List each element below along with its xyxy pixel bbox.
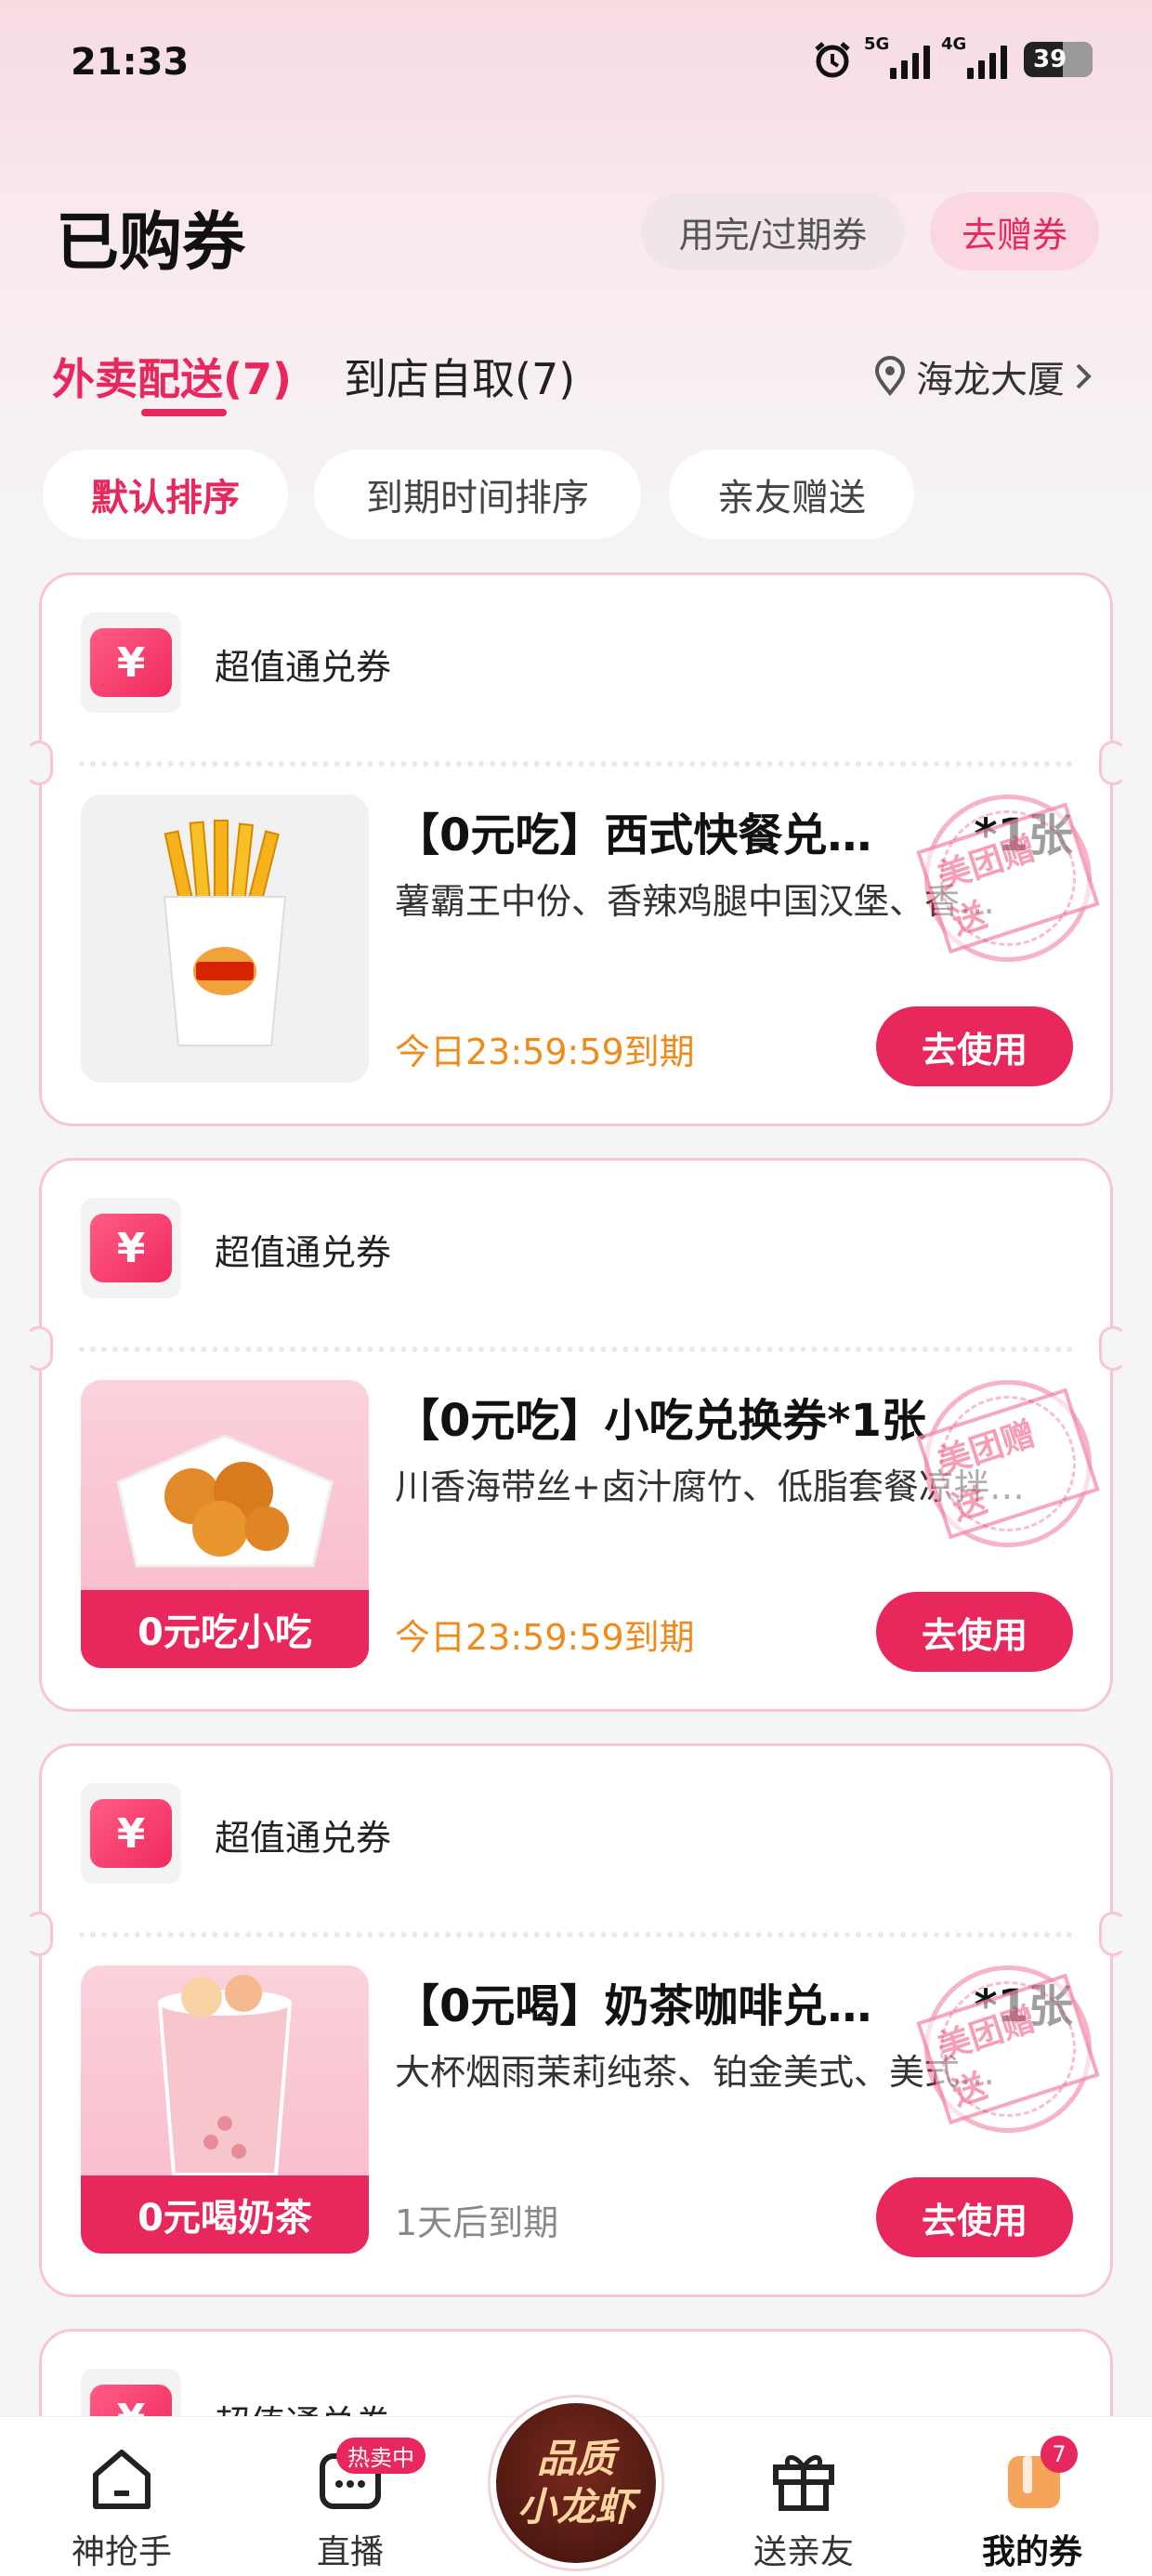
coupon-expiry: 今日23:59:59到期 xyxy=(395,1032,695,1072)
tab-active-indicator xyxy=(141,409,227,416)
coupon-type-label: 超值通兑券 xyxy=(215,1818,392,1859)
snack-image xyxy=(116,1434,334,1568)
status-icons: 5G 4G 39 xyxy=(812,34,1093,80)
live-badge: 热卖中 xyxy=(336,2438,425,2474)
promo-line-2: 小龙虾 xyxy=(517,2484,635,2530)
coupon-card[interactable]: ¥ 超值通兑券 【0元吃】西式快餐兑… *1张 薯霸王中份、香辣鸡腿中国汉堡、香… xyxy=(25,572,1127,1126)
coupon-count-badge: 7 xyxy=(1041,2436,1078,2473)
coupon-type-icon: ¥ xyxy=(81,612,181,713)
nav-live[interactable]: 直播 热卖中 xyxy=(271,2438,429,2573)
nav-gift-label: 送亲友 xyxy=(753,2533,854,2571)
status-time: 21:33 xyxy=(71,41,190,84)
crayfish-promo-button[interactable]: 品质 小龙虾 xyxy=(491,2398,661,2569)
milk-tea-image xyxy=(157,1975,293,2176)
coupon-expiry: 1天后到期 xyxy=(395,2202,559,2243)
coupon-thumbnail xyxy=(81,795,369,1083)
nav-my-coupons[interactable]: 我的券 7 xyxy=(953,2436,1111,2573)
location-pin-icon xyxy=(874,356,906,397)
nav-grab-label: 神抢手 xyxy=(71,2533,172,2571)
location-selector[interactable]: 海龙大厦 xyxy=(873,349,1093,403)
coupon-type-label: 超值通兑券 xyxy=(215,1232,392,1273)
alarm-icon xyxy=(815,42,850,78)
use-coupon-button[interactable]: 去使用 xyxy=(876,2177,1073,2257)
expired-coupons-button[interactable]: 用完/过期券 xyxy=(641,192,905,270)
sort-default-chip[interactable]: 默认排序 xyxy=(43,450,288,539)
signal-4g-icon: 4G xyxy=(941,34,1007,79)
nav-my-coupons-label: 我的券 xyxy=(981,2533,1082,2571)
use-coupon-button[interactable]: 去使用 xyxy=(876,1006,1073,1086)
gift-icon xyxy=(773,2455,834,2511)
fries-image xyxy=(163,820,287,1046)
coupon-card[interactable]: ¥ 超值通兑券 0元吃小吃 【0元吃】小吃兑换券*1张 川香海带丝+卤汁腐竹、低… xyxy=(25,1158,1127,1712)
signal-5g-icon: 5G xyxy=(864,34,930,79)
divider xyxy=(79,1347,1073,1352)
tab-delivery[interactable]: 外卖配送(7) xyxy=(52,346,292,407)
coupon-type-icon: ¥ xyxy=(81,1198,181,1298)
coupon-thumbnail: 0元吃小吃 xyxy=(81,1380,369,1668)
battery-icon: 39 xyxy=(1024,42,1093,77)
sort-expiry-chip[interactable]: 到期时间排序 xyxy=(314,450,641,539)
divider xyxy=(79,761,1073,767)
thumbnail-label: 0元喝奶茶 xyxy=(81,2175,369,2254)
location-label: 海龙大厦 xyxy=(916,359,1065,401)
page-title: 已购券 xyxy=(56,206,246,280)
nav-grab[interactable]: 神抢手 xyxy=(43,2441,201,2573)
coupon-type-label: 超值通兑券 xyxy=(215,647,392,688)
promo-line-1: 品质 xyxy=(536,2436,615,2481)
divider xyxy=(79,1932,1073,1938)
nav-gift[interactable]: 送亲友 xyxy=(725,2441,883,2573)
thumbnail-label: 0元吃小吃 xyxy=(81,1590,369,1668)
coupon-card[interactable]: ¥ 超值通兑券 0元喝奶茶 【0元喝】奶茶咖啡兑… *1张 大杯烟雨茉莉纯茶、铂… xyxy=(25,1743,1127,2297)
use-coupon-button[interactable]: 去使用 xyxy=(876,1592,1073,1672)
coupon-expiry: 今日23:59:59到期 xyxy=(395,1617,695,1658)
filter-friends-chip[interactable]: 亲友赠送 xyxy=(669,450,914,539)
gift-coupon-button[interactable]: 去赠券 xyxy=(930,192,1099,270)
coupon-type-icon: ¥ xyxy=(81,1783,181,1884)
coupon-thumbnail: 0元喝奶茶 xyxy=(81,1965,369,2254)
tab-pickup[interactable]: 到店自取(7) xyxy=(344,346,575,407)
nav-live-label: 直播 xyxy=(316,2533,384,2571)
home-icon xyxy=(93,2450,151,2509)
chevron-right-icon xyxy=(1076,363,1092,389)
